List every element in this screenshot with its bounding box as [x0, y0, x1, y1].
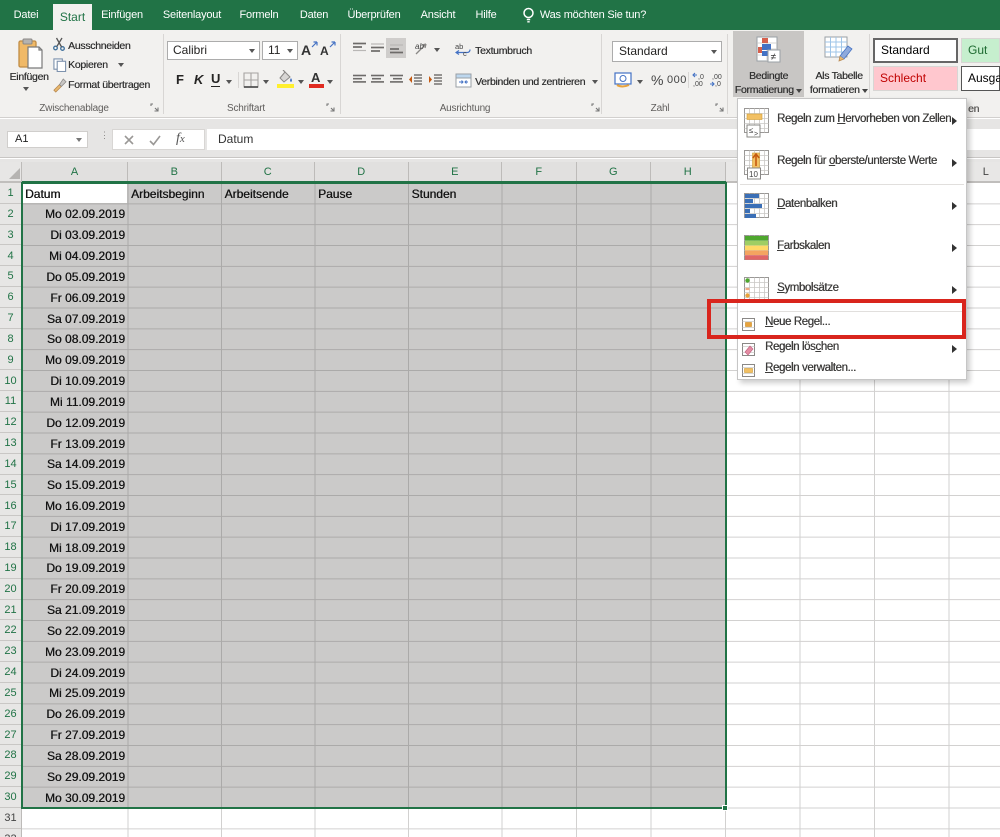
svg-text:>: >	[754, 131, 758, 138]
svg-text:10: 10	[749, 170, 758, 179]
